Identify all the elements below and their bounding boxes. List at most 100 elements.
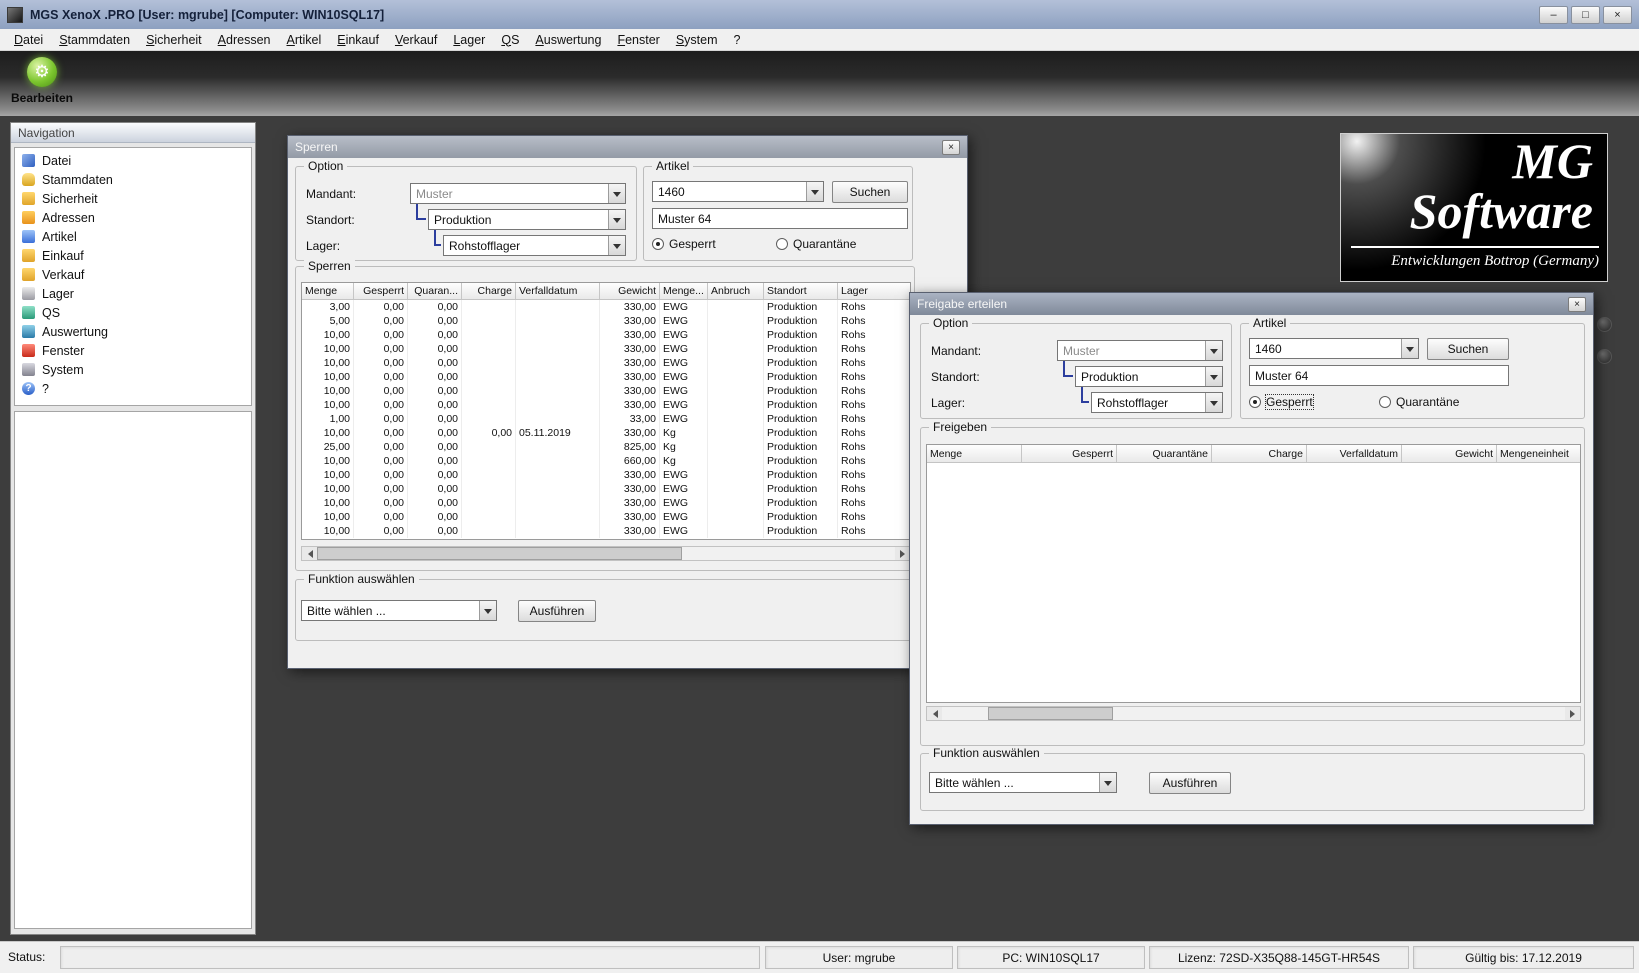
lager-select[interactable]: Rohstofflager (1091, 392, 1223, 413)
table-row[interactable]: 5,00 0,00 0,00 330,00 EWG Produktion Rohs (302, 314, 910, 328)
scroll-right-icon[interactable] (895, 547, 910, 560)
sperren-hscrollbar[interactable] (301, 546, 911, 561)
scroll-track[interactable] (942, 707, 1565, 720)
lager-select[interactable]: Rohstofflager (443, 235, 626, 256)
dropdown-arrow-icon[interactable] (1205, 393, 1222, 412)
mandant-select[interactable]: Muster (410, 183, 626, 204)
column-header-lager[interactable]: Lager (838, 283, 910, 299)
menu-item-fenster[interactable]: Fenster (609, 31, 667, 49)
sidebar-item-item[interactable]: ? (15, 379, 251, 398)
sidebar-item-sicherheit[interactable]: Sicherheit (15, 189, 251, 208)
sidebar-item-verkauf[interactable]: Verkauf (15, 265, 251, 284)
table-row[interactable]: 10,00 0,00 0,00 330,00 EWG Produktion Rohs (302, 328, 910, 342)
column-header-gewicht[interactable]: Gewicht (600, 283, 660, 299)
column-header-charge[interactable]: Charge (462, 283, 516, 299)
table-row[interactable]: 10,00 0,00 0,00 660,00 Kg Produktion Rohs (302, 454, 910, 468)
column-header-menge[interactable]: Menge... (660, 283, 708, 299)
gesperrt-radio[interactable]: Gesperrt (652, 237, 716, 251)
column-header-anbruch[interactable]: Anbruch (708, 283, 764, 299)
freigeben-hscrollbar[interactable] (926, 706, 1581, 721)
freigabe-titlebar[interactable]: Freigabe erteilen × (910, 293, 1593, 315)
table-row[interactable]: 10,00 0,00 0,00 330,00 EWG Produktion Rohs (302, 370, 910, 384)
column-header-menge[interactable]: Menge (302, 283, 354, 299)
sidebar-item-qs[interactable]: QS (15, 303, 251, 322)
mandant-select[interactable]: Muster (1057, 340, 1223, 361)
menu-item-qs[interactable]: QS (493, 31, 527, 49)
table-row[interactable]: 10,00 0,00 0,00 330,00 EWG Produktion Rohs (302, 342, 910, 356)
menu-item-artikel[interactable]: Artikel (278, 31, 329, 49)
sidebar-item-lager[interactable]: Lager (15, 284, 251, 303)
suchen-button[interactable]: Suchen (1427, 338, 1509, 360)
table-row[interactable]: 10,00 0,00 0,00 330,00 EWG Produktion Rohs (302, 468, 910, 482)
dropdown-arrow-icon[interactable] (806, 182, 823, 201)
sidebar-item-fenster[interactable]: Fenster (15, 341, 251, 360)
sperren-close-button[interactable]: × (942, 139, 960, 155)
column-header-quarantne[interactable]: Quarantäne (1117, 445, 1212, 462)
menu-item-datei[interactable]: Datei (6, 31, 51, 49)
table-row[interactable]: 10,00 0,00 0,00 330,00 EWG Produktion Rohs (302, 398, 910, 412)
ausfuehren-button[interactable]: Ausführen (1149, 772, 1231, 794)
funktion-select[interactable]: Bitte wählen ... (301, 600, 497, 621)
sidebar-item-artikel[interactable]: Artikel (15, 227, 251, 246)
quarantaene-radio[interactable]: Quarantäne (1379, 395, 1459, 409)
dropdown-arrow-icon[interactable] (1401, 339, 1418, 358)
sidebar-item-auswertung[interactable]: Auswertung (15, 322, 251, 341)
artikel-nr-select[interactable]: 1460 (1249, 338, 1419, 359)
standort-select[interactable]: Produktion (428, 209, 626, 230)
sidebar-item-stammdaten[interactable]: Stammdaten (15, 170, 251, 189)
bearbeiten-button[interactable]: ⚙ Bearbeiten (10, 55, 74, 113)
artikel-name-field[interactable]: Muster 64 (652, 208, 908, 229)
column-header-menge[interactable]: Menge (927, 445, 1022, 462)
table-row[interactable]: 10,00 0,00 0,00 330,00 EWG Produktion Rohs (302, 384, 910, 398)
column-header-verfalldatum[interactable]: Verfalldatum (1307, 445, 1402, 462)
column-header-standort[interactable]: Standort (764, 283, 838, 299)
artikel-name-field[interactable]: Muster 64 (1249, 365, 1509, 386)
close-button[interactable]: × (1603, 5, 1632, 24)
column-header-gesperrt[interactable]: Gesperrt (354, 283, 408, 299)
column-header-verfalldatum[interactable]: Verfalldatum (516, 283, 600, 299)
scroll-thumb[interactable] (988, 707, 1113, 720)
freigeben-table[interactable]: Menge Gesperrt Quarantäne Charge Verfalldatu… (926, 444, 1581, 703)
table-row[interactable]: 10,00 0,00 0,00 330,00 EWG Produktion Rohs (302, 482, 910, 496)
scroll-left-icon[interactable] (927, 707, 942, 720)
dropdown-arrow-icon[interactable] (479, 601, 496, 620)
sperren-titlebar[interactable]: Sperren × (288, 136, 967, 158)
sidebar-item-adressen[interactable]: Adressen (15, 208, 251, 227)
standort-select[interactable]: Produktion (1075, 366, 1223, 387)
sidebar-item-system[interactable]: System (15, 360, 251, 379)
minimize-button[interactable]: – (1539, 5, 1568, 24)
dropdown-arrow-icon[interactable] (608, 210, 625, 229)
table-row[interactable]: 25,00 0,00 0,00 825,00 Kg Produktion Rohs (302, 440, 910, 454)
quarantaene-radio[interactable]: Quarantäne (776, 237, 856, 251)
menu-item-sicherheit[interactable]: Sicherheit (138, 31, 210, 49)
maximize-button[interactable]: □ (1571, 5, 1600, 24)
dropdown-arrow-icon[interactable] (608, 184, 625, 203)
scroll-left-icon[interactable] (302, 547, 317, 560)
dropdown-arrow-icon[interactable] (1099, 773, 1116, 792)
menu-item-lager[interactable]: Lager (445, 31, 493, 49)
column-header-charge[interactable]: Charge (1212, 445, 1307, 462)
menu-item-adressen[interactable]: Adressen (210, 31, 279, 49)
table-row[interactable]: 10,00 0,00 0,00 330,00 EWG Produktion Rohs (302, 524, 910, 538)
column-header-mengeneinheit[interactable]: Mengeneinheit (1497, 445, 1580, 462)
freigabe-close-button[interactable]: × (1568, 296, 1586, 312)
app-titlebar[interactable]: MGS XenoX .PRO [User: mgrube] [Computer:… (0, 0, 1639, 29)
menu-item-verkauf[interactable]: Verkauf (387, 31, 445, 49)
column-header-gewicht[interactable]: Gewicht (1402, 445, 1497, 462)
table-row[interactable]: 10,00 0,00 0,00 0,00 05.11.2019 330,00 Kg Produ… (302, 426, 910, 440)
dropdown-arrow-icon[interactable] (1205, 367, 1222, 386)
artikel-nr-select[interactable]: 1460 (652, 181, 824, 202)
table-row[interactable]: 3,00 0,00 0,00 330,00 EWG Produktion Rohs (302, 300, 910, 314)
column-header-gesperrt[interactable]: Gesperrt (1022, 445, 1117, 462)
sidebar-item-datei[interactable]: Datei (15, 151, 251, 170)
sidebar-item-einkauf[interactable]: Einkauf (15, 246, 251, 265)
menu-item-system[interactable]: System (668, 31, 726, 49)
menu-item-einkauf[interactable]: Einkauf (329, 31, 387, 49)
table-row[interactable]: 1,00 0,00 0,00 33,00 EWG Produktion Rohs (302, 412, 910, 426)
table-row[interactable]: 10,00 0,00 0,00 330,00 EWG Produktion Rohs (302, 510, 910, 524)
menu-item-item[interactable]: ? (726, 31, 749, 49)
dropdown-arrow-icon[interactable] (1205, 341, 1222, 360)
scroll-right-icon[interactable] (1565, 707, 1580, 720)
funktion-select[interactable]: Bitte wählen ... (929, 772, 1117, 793)
gesperrt-radio[interactable]: Gesperrt (1249, 394, 1314, 410)
